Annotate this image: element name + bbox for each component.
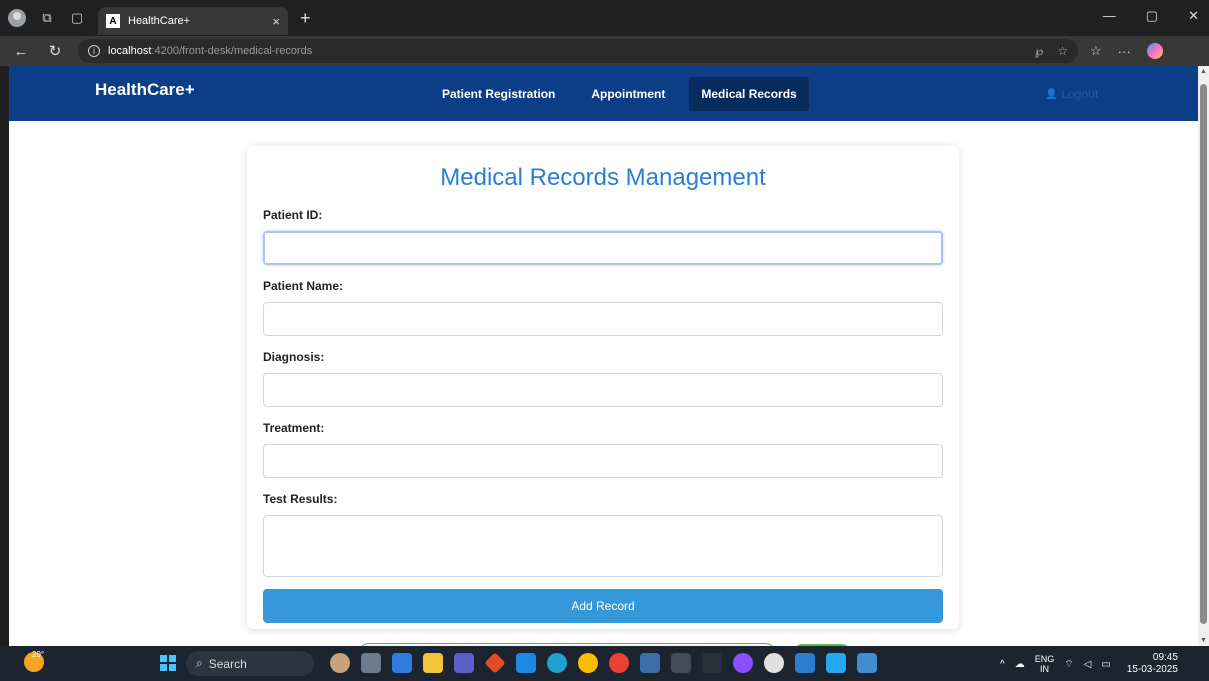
chrome-profile-icon[interactable]: [609, 653, 629, 673]
minimize-icon[interactable]: —: [1103, 8, 1116, 24]
favorite-star-icon[interactable]: ☆: [1057, 44, 1068, 58]
close-tab-icon[interactable]: ×: [272, 14, 280, 29]
patient-id-input[interactable]: [263, 231, 943, 265]
file-explorer-icon[interactable]: [423, 653, 443, 673]
diagnosis-input[interactable]: [263, 373, 943, 407]
volume-icon[interactable]: ◁: [1084, 659, 1092, 670]
avatar-app-icon[interactable]: [330, 653, 350, 673]
test-results-textarea[interactable]: [263, 515, 943, 577]
url-path: :4200/front-desk/medical-records: [151, 45, 313, 57]
brand-logo[interactable]: HealthCare+: [95, 80, 195, 100]
system-tray: ^ ☁ ENG IN ⌔ ◁ ▭ 09:45 15-03-2025: [1000, 652, 1178, 676]
browser-toolbar: ☆ ···: [1090, 43, 1163, 59]
medical-records-form: Medical Records Management Patient ID: P…: [247, 146, 959, 629]
logout-label: Logout: [1061, 87, 1099, 101]
read-aloud-icon[interactable]: ℘: [1035, 44, 1043, 58]
copilot-app-icon[interactable]: [392, 653, 412, 673]
region-code: IN: [1039, 664, 1049, 674]
clock[interactable]: 09:45 15-03-2025: [1127, 652, 1178, 676]
browser-tab-bar: ⧉ ▢ A HealthCare+ × + — ▢ ✕: [0, 0, 1209, 36]
url-actions: ℘ ☆: [1035, 44, 1068, 58]
logout-button[interactable]: 👤 Logout: [1045, 87, 1098, 101]
scroll-thumb[interactable]: [1200, 84, 1207, 624]
restore-icon[interactable]: ▢: [1146, 8, 1158, 24]
clock-date: 15-03-2025: [1126, 664, 1178, 675]
new-tab-icon[interactable]: +: [300, 8, 311, 29]
app-navbar: HealthCare+ Patient Registration Appoint…: [9, 66, 1198, 121]
profile-avatar-icon[interactable]: [8, 9, 26, 27]
url-field[interactable]: i localhost :4200/front-desk/medical-rec…: [78, 39, 1078, 63]
clock-time: 09:45: [1152, 652, 1178, 663]
search-placeholder: Search: [208, 656, 247, 671]
page-viewport: HealthCare+ Patient Registration Appoint…: [9, 66, 1198, 646]
browser-tab[interactable]: A HealthCare+ ×: [98, 7, 288, 35]
weather-widget[interactable]: 29°: [24, 650, 45, 672]
copilot-icon[interactable]: [1146, 43, 1163, 59]
patient-id-label: Patient ID:: [263, 208, 323, 222]
screen: ⧉ ▢ A HealthCare+ × + — ▢ ✕ ← ↻ i localh…: [0, 0, 1209, 681]
weather-temperature: 29°: [32, 650, 45, 659]
terminal-icon[interactable]: [671, 653, 691, 673]
language-code: ENG: [1034, 654, 1055, 664]
photos-icon[interactable]: [857, 653, 877, 673]
favorites-icon[interactable]: ☆: [1090, 43, 1102, 59]
patient-name-input[interactable]: [263, 302, 943, 336]
nav-appointment[interactable]: Appointment: [579, 77, 677, 111]
teams-icon[interactable]: [454, 653, 474, 673]
test-results-label: Test Results:: [263, 492, 338, 506]
scroll-down-icon[interactable]: ▼: [1200, 637, 1207, 644]
close-window-icon[interactable]: ✕: [1188, 8, 1199, 24]
word-icon[interactable]: [795, 653, 815, 673]
nav-medical-records[interactable]: Medical Records: [689, 77, 809, 111]
vscode-icon[interactable]: [826, 653, 846, 673]
nav-links: Patient Registration Appointment Medical…: [430, 77, 809, 111]
page-scrollbar[interactable]: ▲ ▼: [1198, 66, 1209, 646]
edge-icon[interactable]: [547, 653, 567, 673]
tab-title: HealthCare+: [128, 15, 191, 27]
workspaces-icon[interactable]: ⧉: [32, 10, 62, 26]
git-icon[interactable]: [484, 652, 506, 674]
treatment-label: Treatment:: [263, 421, 325, 435]
back-icon[interactable]: ←: [8, 43, 34, 60]
powershell-icon[interactable]: [702, 653, 722, 673]
angular-favicon-icon: A: [106, 14, 120, 28]
scroll-up-icon[interactable]: ▲: [1200, 68, 1207, 75]
refresh-icon[interactable]: ↻: [42, 42, 68, 60]
user-icon: 👤: [1045, 88, 1058, 100]
taskbar-search[interactable]: ⌕ Search: [186, 651, 314, 676]
chrome-icon[interactable]: [578, 653, 598, 673]
chevron-up-icon[interactable]: ^: [1000, 659, 1005, 670]
page-title: Medical Records Management: [440, 164, 766, 191]
window-controls: — ▢ ✕: [1103, 8, 1199, 24]
taskbar-apps: [330, 652, 877, 674]
start-icon[interactable]: [160, 655, 176, 671]
add-record-button[interactable]: Add Record: [263, 589, 943, 623]
site-info-icon[interactable]: i: [88, 45, 100, 57]
nav-patient-registration[interactable]: Patient Registration: [430, 77, 567, 111]
url-host: localhost: [108, 45, 152, 57]
copilot-tray-icon[interactable]: ☁: [1015, 659, 1025, 670]
battery-icon[interactable]: ▭: [1101, 659, 1110, 670]
more-menu-icon[interactable]: ···: [1118, 44, 1131, 59]
search-icon: ⌕: [196, 656, 203, 670]
network-app-icon[interactable]: [640, 653, 660, 673]
tab-actions-icon[interactable]: ▢: [62, 10, 92, 26]
windows-taskbar: 29° ⌕ Search ^ ☁ ENG IN ⌔ ◁ ▭ 09:45 15-0…: [0, 646, 1209, 681]
browser-address-bar: ← ↻ i localhost :4200/front-desk/medical…: [0, 36, 1209, 66]
treatment-input[interactable]: [263, 444, 943, 478]
task-view-icon[interactable]: [361, 653, 381, 673]
language-indicator[interactable]: ENG IN: [1035, 654, 1055, 674]
github-icon[interactable]: [733, 653, 753, 673]
settings-icon[interactable]: [764, 653, 784, 673]
wifi-icon[interactable]: ⌔: [1064, 658, 1073, 671]
patient-name-label: Patient Name:: [263, 279, 344, 293]
diagnosis-label: Diagnosis:: [263, 350, 325, 364]
outlook-icon[interactable]: [516, 653, 536, 673]
